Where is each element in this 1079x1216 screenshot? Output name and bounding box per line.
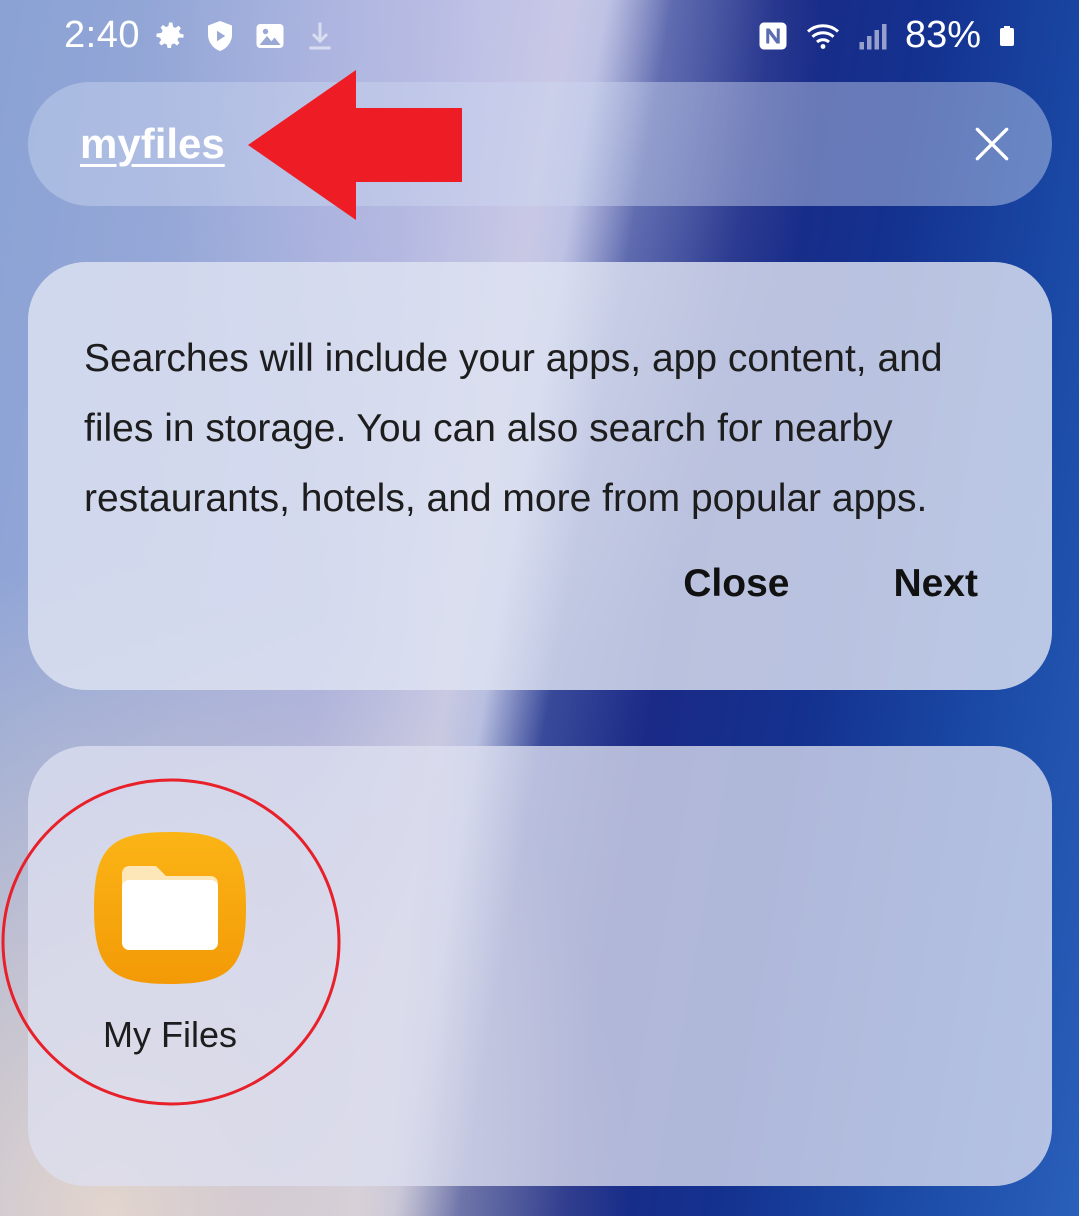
search-info-card: Searches will include your apps, app con… bbox=[28, 262, 1052, 690]
battery-icon bbox=[1000, 25, 1014, 46]
annotation-arrow bbox=[248, 70, 462, 220]
info-actions: Close Next bbox=[683, 562, 978, 606]
next-button[interactable]: Next bbox=[893, 562, 978, 606]
download-icon bbox=[309, 22, 331, 50]
status-notification-icons bbox=[152, 18, 338, 54]
gallery-icon bbox=[256, 24, 284, 48]
status-system-icons: 83% bbox=[755, 14, 1019, 57]
search-input[interactable]: myfiles bbox=[80, 120, 225, 168]
status-bar: 2:40 83% bbox=[0, 0, 1079, 76]
gear-icon bbox=[156, 22, 184, 49]
close-button[interactable]: Close bbox=[683, 562, 789, 606]
status-time: 2:40 bbox=[64, 14, 140, 56]
battery-percentage: 83% bbox=[904, 14, 981, 56]
nfc-icon bbox=[759, 22, 787, 49]
close-icon[interactable] bbox=[970, 122, 1014, 166]
info-message: Searches will include your apps, app con… bbox=[84, 337, 943, 520]
shield-play-icon bbox=[208, 21, 232, 51]
app-result-my-files[interactable]: My Files bbox=[90, 830, 250, 1056]
app-results-card: My Files bbox=[28, 746, 1052, 1186]
app-label: My Files bbox=[103, 1014, 237, 1055]
signal-icon bbox=[859, 23, 887, 49]
wifi-icon bbox=[806, 23, 839, 49]
search-bar[interactable]: myfiles bbox=[28, 82, 1052, 206]
folder-icon bbox=[94, 832, 246, 984]
